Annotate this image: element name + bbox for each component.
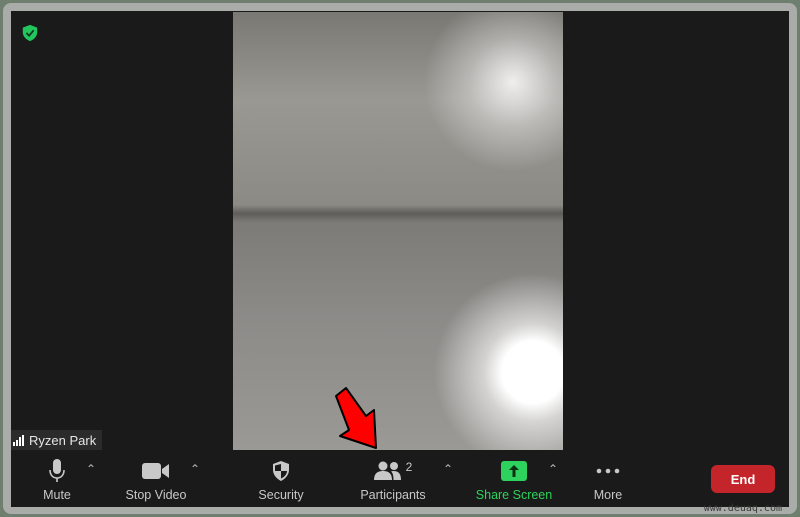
- microphone-icon: [49, 459, 65, 482]
- share-options-caret[interactable]: ⌃: [548, 462, 558, 476]
- encryption-shield-icon[interactable]: [21, 24, 39, 42]
- video-camera-icon: [142, 463, 169, 479]
- more-dots-icon: [596, 468, 620, 474]
- security-button[interactable]: Security: [251, 450, 311, 507]
- mute-button[interactable]: Mute: [37, 450, 77, 507]
- video-options-caret[interactable]: ⌃: [190, 462, 200, 476]
- stop-video-button[interactable]: Stop Video: [121, 450, 191, 507]
- share-screen-button[interactable]: Share Screen: [474, 450, 554, 507]
- video-glare: [423, 12, 563, 172]
- participant-name-tag: Ryzen Park: [11, 430, 103, 450]
- red-annotation-arrow-icon: [335, 387, 377, 449]
- participant-video: [233, 12, 563, 450]
- share-screen-icon: [501, 461, 527, 481]
- meeting-window: Ryzen Park Mute ⌃ Stop Video ⌃ Security …: [11, 11, 789, 507]
- participant-name: Ryzen Park: [29, 432, 97, 448]
- end-meeting-button[interactable]: End: [711, 465, 775, 493]
- participants-count: 2: [405, 460, 413, 474]
- participants-button[interactable]: 2 Participants: [356, 450, 430, 507]
- meeting-toolbar: Mute ⌃ Stop Video ⌃ Security 2 Participa…: [11, 450, 789, 507]
- participants-icon: [373, 461, 401, 480]
- video-light-spot: [433, 272, 563, 450]
- participants-options-caret[interactable]: ⌃: [443, 462, 453, 476]
- security-shield-icon: [273, 461, 289, 481]
- watermark: www.deuaq.com: [703, 503, 782, 514]
- more-button[interactable]: More: [588, 450, 628, 507]
- audio-options-caret[interactable]: ⌃: [86, 462, 96, 476]
- signal-strength-icon: [13, 434, 24, 446]
